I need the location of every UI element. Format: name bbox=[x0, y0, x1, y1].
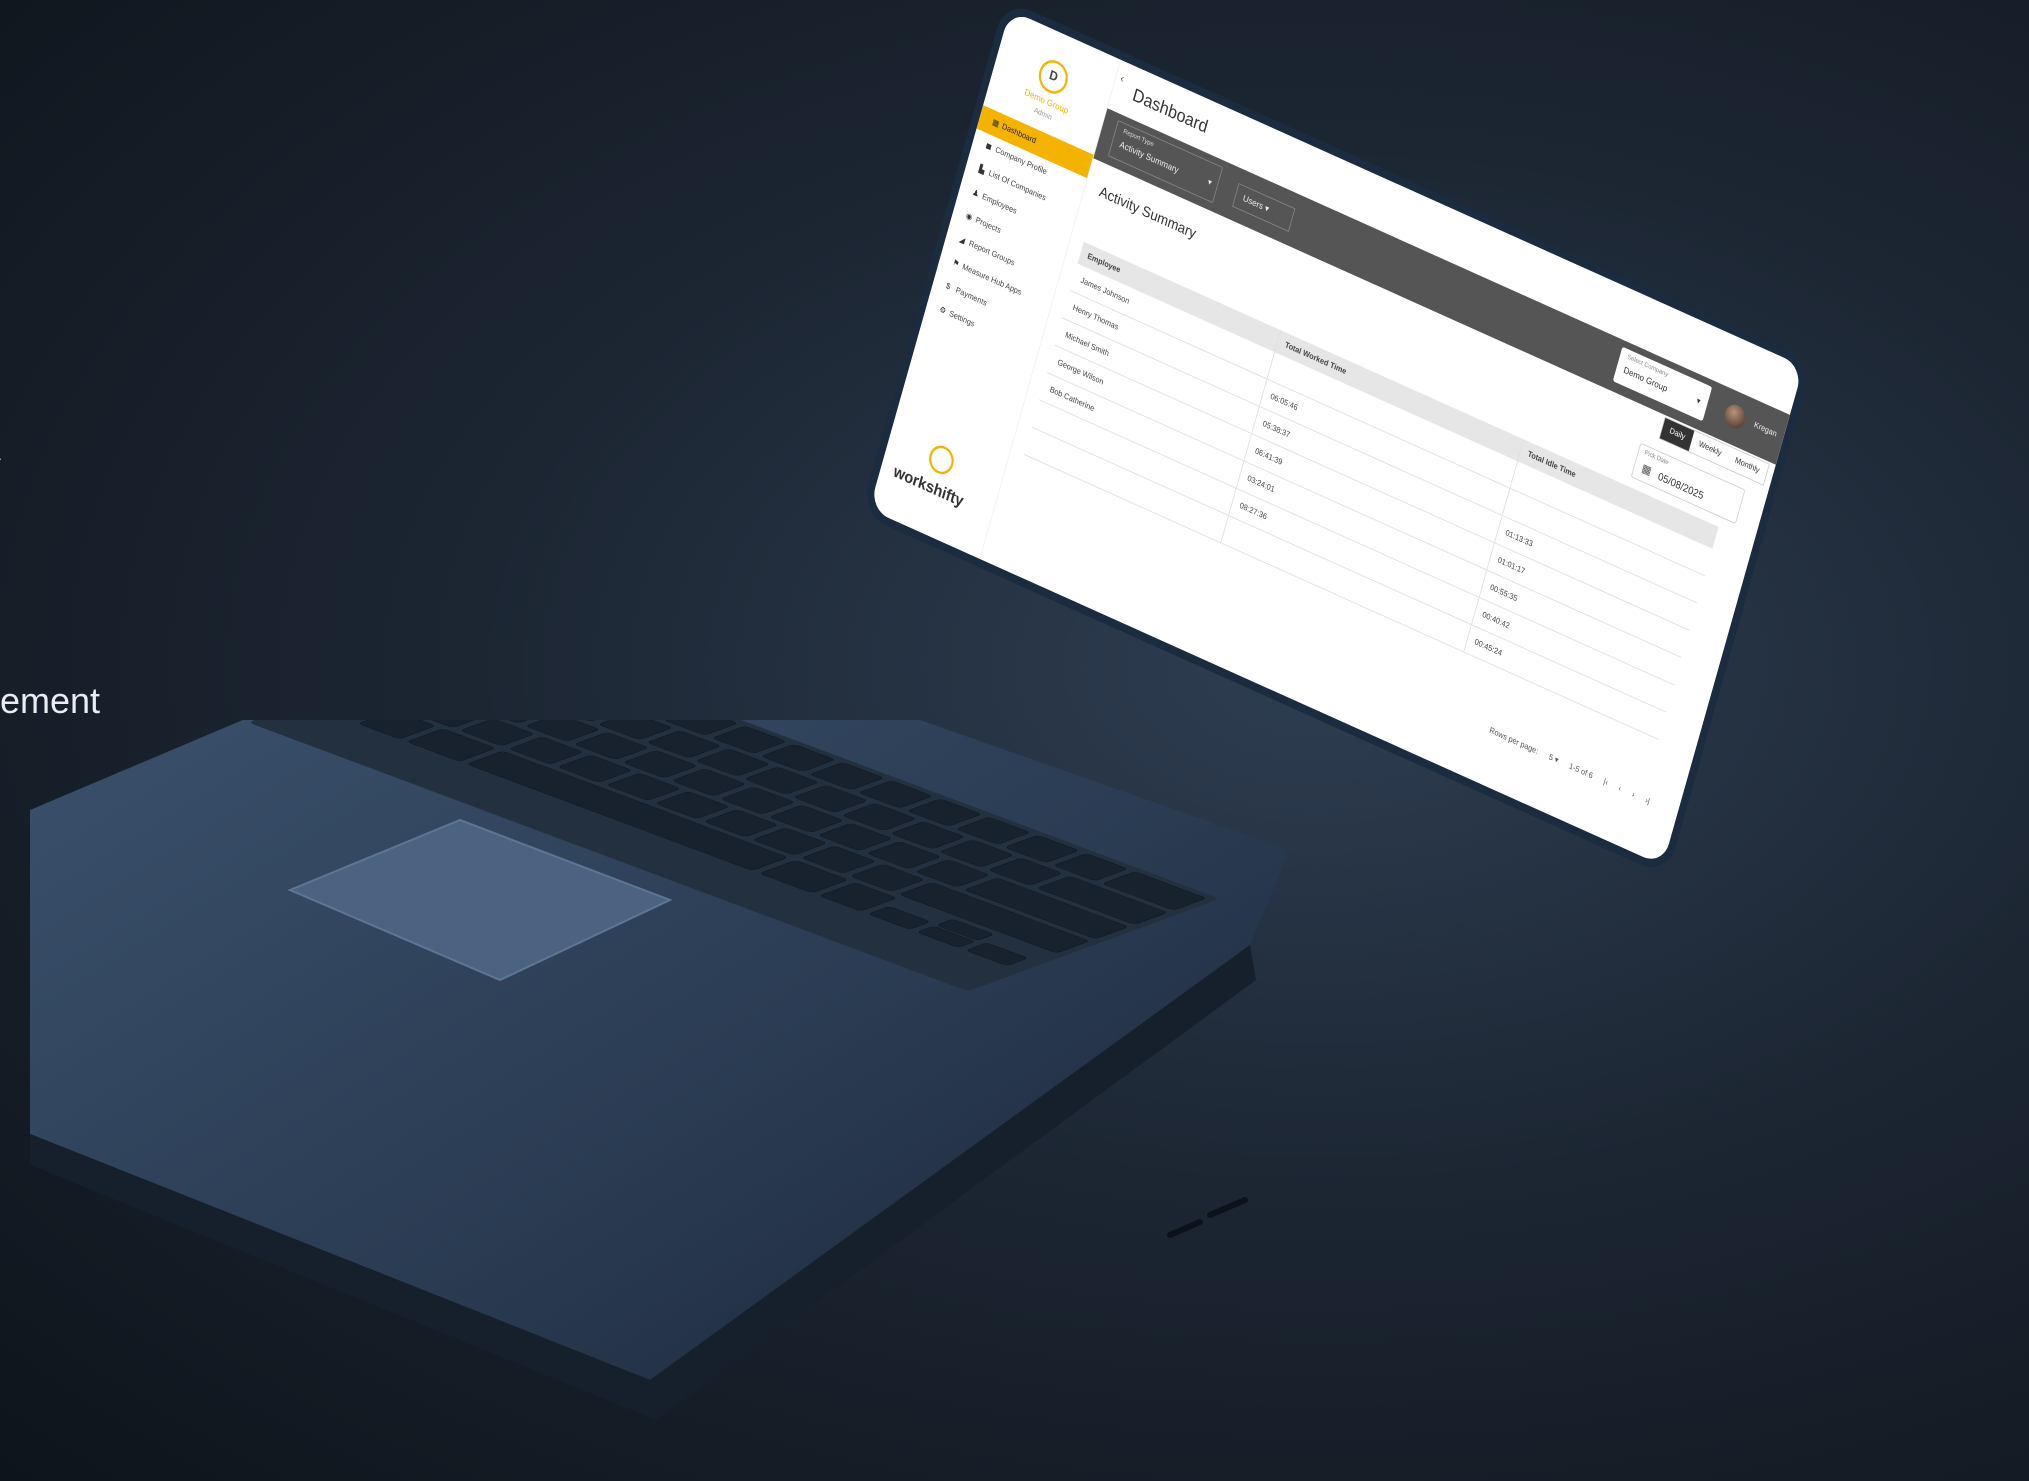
sidebar-item-label: Projects bbox=[974, 215, 1002, 236]
first-page-icon[interactable]: |‹ bbox=[1602, 777, 1609, 787]
hero-subtitle-fragment: ement bbox=[0, 680, 101, 721]
calendar-icon: ▦ bbox=[1640, 460, 1654, 478]
activity-table: Employee Total Worked Time Total Idle Ti… bbox=[1023, 241, 1719, 740]
pagination-range: 1-5 of 6 bbox=[1567, 761, 1594, 781]
usb-port-2 bbox=[1167, 1219, 1203, 1238]
users-label: Users bbox=[1241, 193, 1265, 212]
last-page-icon[interactable]: ›| bbox=[1644, 796, 1651, 806]
app-screen: D Demo Group Admin ▦Dashboard ◼ Company P… bbox=[869, 10, 1804, 866]
users-select[interactable]: Users ▾ bbox=[1232, 183, 1296, 232]
user-name[interactable]: Kregan bbox=[1753, 420, 1778, 439]
rows-per-page-select[interactable]: 5 ▾ bbox=[1548, 753, 1560, 766]
sidebar-item-label: Settings bbox=[948, 309, 976, 330]
main-content: ‹ Dashboard Report Type Activity Summary… bbox=[980, 59, 1804, 866]
hero-heading-fragment bbox=[0, 330, 30, 460]
avatar[interactable] bbox=[1722, 401, 1748, 432]
chevron-down-icon: ▾ bbox=[1206, 177, 1213, 188]
company-logo: D bbox=[1035, 55, 1072, 99]
prev-page-icon[interactable]: ‹ bbox=[1618, 784, 1623, 794]
next-page-icon[interactable]: › bbox=[1631, 790, 1636, 800]
collapse-sidebar-icon[interactable]: ‹ bbox=[1119, 71, 1126, 85]
date-picker-value: 05/08/2025 bbox=[1656, 469, 1705, 502]
laptop-lid: D Demo Group Admin ▦Dashboard ◼ Company P… bbox=[760, 10, 1804, 930]
usb-port bbox=[1207, 1197, 1248, 1218]
app-window: D Demo Group Admin ▦Dashboard ◼ Company P… bbox=[869, 10, 1804, 866]
company-select[interactable]: Select Company Demo Group ▾ bbox=[1612, 346, 1713, 422]
table-pagination: Rows per page: 5 ▾ 1-5 of 6 |‹ ‹ › ›| bbox=[1488, 726, 1650, 806]
brand-name: workshifty bbox=[891, 462, 966, 511]
rows-per-page-label: Rows per page: bbox=[1488, 726, 1540, 757]
chevron-down-icon: ▾ bbox=[1695, 396, 1702, 407]
chevron-down-icon: ▾ bbox=[1263, 203, 1271, 215]
brand-logo-icon bbox=[925, 441, 957, 479]
